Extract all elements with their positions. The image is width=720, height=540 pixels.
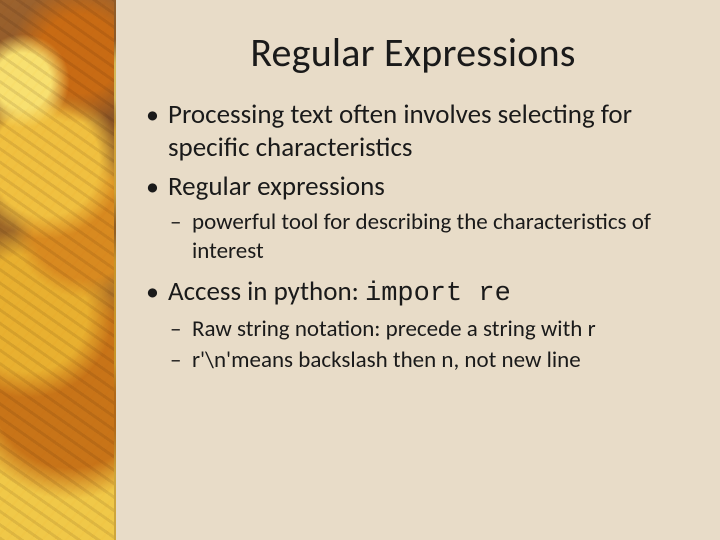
bullet-item: Regular expressions powerful tool for de… (142, 171, 684, 266)
sub-bullet-text: powerful tool for describing the charact… (192, 208, 651, 265)
bullet-item: Access in python: import re Raw string n… (142, 276, 684, 375)
sub-bullet-item: r'\n'means backslash then n, not new lin… (168, 346, 684, 375)
inline-code: import re (365, 279, 511, 309)
bullet-text: Regular expressions (168, 170, 385, 203)
sub-bullet-text: Raw string notation: precede a string wi… (192, 315, 596, 343)
sub-bullet-list: Raw string notation: precede a string wi… (168, 315, 684, 375)
sub-bullet-item: powerful tool for describing the charact… (168, 208, 684, 266)
bullet-text: Access in python: (168, 275, 365, 308)
slide-content: Regular Expressions Processing text ofte… (116, 0, 720, 540)
sub-bullet-list: powerful tool for describing the charact… (168, 208, 684, 266)
bullet-list: Processing text often involves selecting… (142, 99, 684, 375)
bullet-text: Processing text often involves selecting… (168, 98, 632, 164)
bullet-item: Processing text often involves selecting… (142, 99, 684, 165)
sub-bullet-text: r'\n'means backslash then n, not new lin… (192, 346, 581, 374)
sub-bullet-item: Raw string notation: precede a string wi… (168, 315, 684, 344)
slide-title: Regular Expressions (142, 28, 684, 77)
decorative-sidebar-image (0, 0, 116, 540)
